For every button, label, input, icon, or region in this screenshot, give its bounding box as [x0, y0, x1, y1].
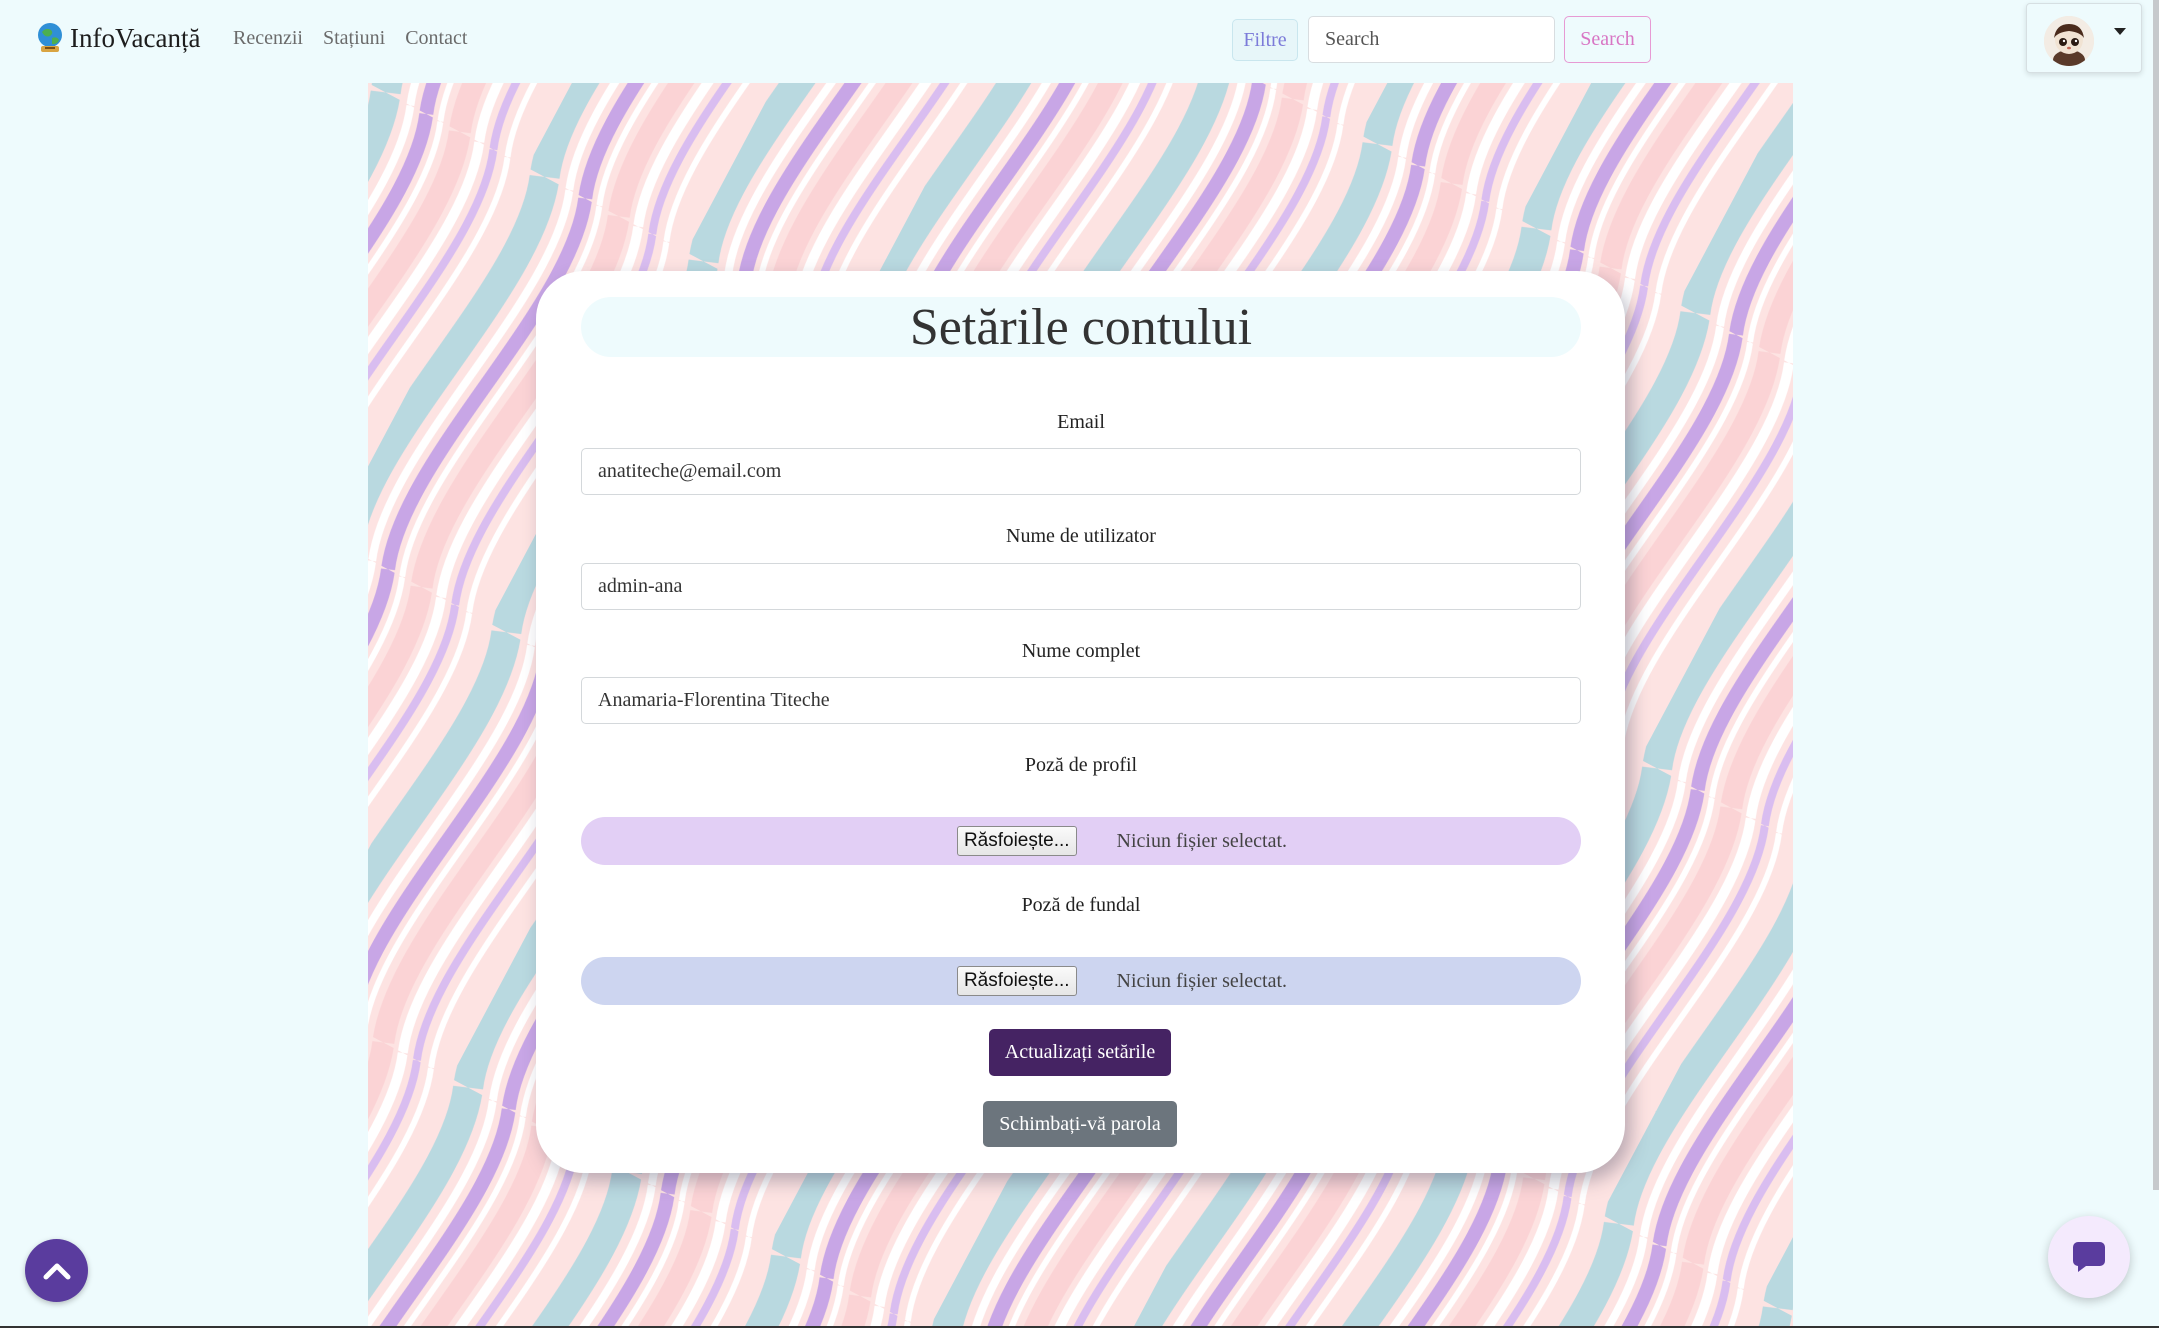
profile-pic-file-input[interactable]: Răsfoiește... Niciun fișier selectat.	[581, 817, 1581, 865]
search-input[interactable]	[1308, 16, 1555, 63]
page-title: Setările contului	[909, 298, 1253, 356]
scrollbar[interactable]	[2153, 0, 2159, 1190]
globe-logo-icon	[36, 22, 64, 54]
nav-link-statiuni[interactable]: Stațiuni	[323, 27, 385, 50]
brand-link[interactable]: InfoVacanță	[36, 22, 200, 54]
nav-link-contact[interactable]: Contact	[405, 27, 467, 50]
profile-pic-label: Poză de profil	[1024, 754, 1138, 776]
profile-pic-browse-button[interactable]: Răsfoiește...	[956, 826, 1077, 856]
chevron-up-icon	[43, 1263, 70, 1279]
background-pic-status: Niciun fișier selectat.	[1116, 969, 1288, 992]
update-settings-button[interactable]: Actualizați setările	[989, 1029, 1171, 1076]
search-button[interactable]: Search	[1564, 16, 1651, 63]
profile-pic-status: Niciun fișier selectat.	[1116, 829, 1288, 852]
email-field[interactable]	[581, 448, 1581, 495]
email-label: Email	[1057, 411, 1105, 433]
username-field[interactable]	[581, 563, 1581, 610]
title-bar: Setările contului	[581, 297, 1581, 357]
avatar	[2044, 16, 2094, 66]
chat-button[interactable]	[2048, 1216, 2130, 1298]
brand-name: InfoVacanță	[70, 22, 201, 53]
account-settings-card: Setările contului Email Nume de utilizat…	[536, 271, 1625, 1173]
nav-links: Recenzii Stațiuni Contact	[233, 27, 467, 50]
change-password-button[interactable]: Schimbați-vă parola	[983, 1101, 1177, 1147]
profile-dropdown[interactable]	[2026, 3, 2142, 73]
nav-link-recenzii[interactable]: Recenzii	[233, 27, 303, 50]
filter-button[interactable]: Filtre	[1232, 19, 1298, 61]
fullname-label: Nume complet	[1021, 640, 1141, 662]
fullname-field[interactable]	[581, 677, 1581, 724]
chat-bubble-icon	[2073, 1242, 2105, 1272]
caret-down-icon	[2114, 28, 2126, 35]
username-label: Nume de utilizator	[1006, 525, 1156, 547]
background-pic-file-input[interactable]: Răsfoiește... Niciun fișier selectat.	[581, 957, 1581, 1005]
scroll-to-top-button[interactable]	[25, 1239, 88, 1302]
background-pic-browse-button[interactable]: Răsfoiește...	[956, 966, 1077, 996]
background-pic-label: Poză de fundal	[1021, 894, 1141, 916]
navbar: InfoVacanță Recenzii Stațiuni Contact Fi…	[0, 0, 2159, 80]
